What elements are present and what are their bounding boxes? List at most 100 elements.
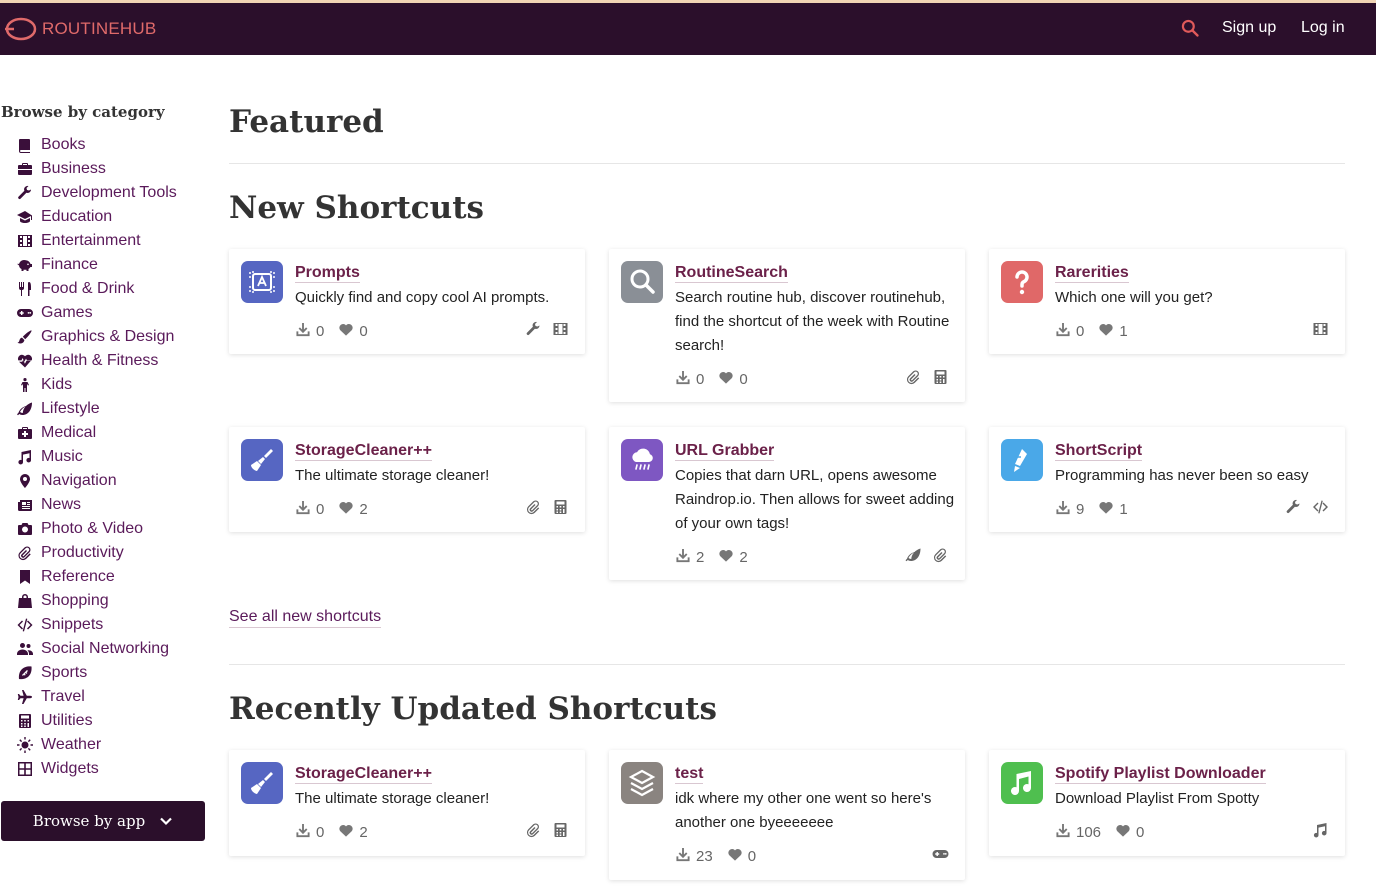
category-label: Utilities <box>41 712 93 729</box>
leaf-icon[interactable] <box>895 547 922 568</box>
category-label: Kids <box>41 376 73 393</box>
browse-by-app-button[interactable]: Browse by app <box>1 801 205 841</box>
search-icon[interactable] <box>1180 18 1202 40</box>
paintbrush-icon <box>16 329 33 345</box>
category-item[interactable]: Entertainment <box>0 229 210 253</box>
wrench-icon[interactable] <box>1275 499 1302 520</box>
category-item[interactable]: Productivity <box>0 541 210 565</box>
category-item[interactable]: Games <box>0 301 210 325</box>
paperclip-icon[interactable] <box>515 499 542 520</box>
category-item[interactable]: Sports <box>0 661 210 685</box>
category-item[interactable]: Shopping <box>0 589 210 613</box>
shortcut-stats: 00 <box>295 321 382 341</box>
category-label: Health & Fitness <box>41 352 159 369</box>
shortcut-name-link[interactable]: StorageCleaner++ <box>295 764 432 784</box>
shortcut-card[interactable]: RoutineSearch Search routine hub, discove… <box>609 249 965 402</box>
category-item[interactable]: Medical <box>0 421 210 445</box>
category-item[interactable]: Music <box>0 445 210 469</box>
category-item[interactable]: Education <box>0 205 210 229</box>
category-item[interactable]: Finance <box>0 253 210 277</box>
category-item[interactable]: Kids <box>0 373 210 397</box>
shortcut-stats: 00 <box>675 369 762 389</box>
shortcut-card[interactable]: ShortScript Programming has never been so… <box>989 427 1345 532</box>
shortcut-name-link[interactable]: Prompts <box>295 263 360 283</box>
category-item[interactable]: Health & Fitness <box>0 349 210 373</box>
paperclip-icon[interactable] <box>895 369 922 390</box>
download-icon <box>295 500 316 519</box>
calculator-icon[interactable] <box>922 369 949 390</box>
rain-cloud-icon <box>621 439 663 481</box>
shortcut-card[interactable]: test idk where my other one went so here'… <box>609 750 965 880</box>
football-icon <box>16 665 33 681</box>
login-link[interactable]: Log in <box>1301 19 1345 37</box>
shortcut-name-link[interactable]: Spotify Playlist Downloader <box>1055 764 1266 784</box>
paperclip-icon[interactable] <box>515 822 542 843</box>
category-item[interactable]: Lifestyle <box>0 397 210 421</box>
film-icon[interactable] <box>1302 321 1329 342</box>
category-item[interactable]: Navigation <box>0 469 210 493</box>
film-icon[interactable] <box>542 321 569 342</box>
calculator-icon[interactable] <box>542 499 569 520</box>
shortcut-card[interactable]: URL Grabber Copies that darn URL, opens a… <box>609 427 965 580</box>
shortcut-card[interactable]: Rarerities Which one will you get? 0 1 <box>989 249 1345 354</box>
shortcut-description: The ultimate storage cleaner! <box>295 467 490 484</box>
shortcut-stats: 22 <box>675 547 762 567</box>
see-all-new-link[interactable]: See all new shortcuts <box>229 607 382 628</box>
category-label: Food & Drink <box>41 280 135 297</box>
shortcut-name-link[interactable]: RoutineSearch <box>675 263 788 283</box>
wrench-icon[interactable] <box>515 321 542 342</box>
category-item[interactable]: Weather <box>0 733 210 757</box>
category-label: Entertainment <box>41 232 141 249</box>
category-item[interactable]: Social Networking <box>0 637 210 661</box>
shortcut-description: Quickly find and copy cool AI prompts. <box>295 289 550 306</box>
category-item[interactable]: Reference <box>0 565 210 589</box>
medkit-icon <box>16 425 33 441</box>
heart-count: 1 <box>1119 500 1128 518</box>
shortcut-card[interactable]: Spotify Playlist Downloader Download Play… <box>989 750 1345 856</box>
shortcut-name-link[interactable]: Rarerities <box>1055 263 1129 283</box>
shortcut-card[interactable]: StorageCleaner++ The ultimate storage cle… <box>229 750 585 856</box>
category-item[interactable]: Snippets <box>0 613 210 637</box>
category-item[interactable]: Widgets <box>0 757 210 781</box>
logo[interactable]: ROUTINEHUB <box>4 17 156 41</box>
category-label: Education <box>41 208 113 225</box>
category-item[interactable]: Books <box>0 133 210 157</box>
shortcut-description: Which one will you get? <box>1055 289 1213 306</box>
category-item[interactable]: Business <box>0 157 210 181</box>
category-item[interactable]: Utilities <box>0 709 210 733</box>
download-count: 2 <box>696 548 705 566</box>
logo-text: ROUTINEHUB <box>42 19 157 38</box>
category-item[interactable]: News <box>0 493 210 517</box>
category-label: Social Networking <box>41 640 170 657</box>
gamepad-icon[interactable] <box>922 846 949 867</box>
signup-link[interactable]: Sign up <box>1222 19 1276 37</box>
shortcut-name-link[interactable]: URL Grabber <box>675 441 775 461</box>
category-item[interactable]: Travel <box>0 685 210 709</box>
music-icon[interactable] <box>1302 822 1329 843</box>
category-item[interactable]: Development Tools <box>0 181 210 205</box>
shortcut-name-link[interactable]: StorageCleaner++ <box>295 441 432 461</box>
shortcut-card[interactable]: StorageCleaner++ The ultimate storage cle… <box>229 427 585 532</box>
heart-count: 2 <box>739 548 748 566</box>
download-icon <box>675 548 696 567</box>
category-item[interactable]: Graphics & Design <box>0 325 210 349</box>
shortcut-name-link[interactable]: ShortScript <box>1055 441 1143 461</box>
sidebar-title: Browse by category <box>1 103 165 121</box>
shortcut-name-link[interactable]: test <box>675 764 704 784</box>
heart-count: 0 <box>739 370 748 388</box>
film-icon <box>16 233 33 249</box>
shortcut-stats: 01 <box>1055 321 1142 341</box>
shortcut-description: Search routine hub, discover routinehub,… <box>675 289 950 354</box>
category-item[interactable]: Food & Drink <box>0 277 210 301</box>
paperclip-icon[interactable] <box>922 547 949 568</box>
download-count: 0 <box>316 500 325 518</box>
featured-title: Featured <box>229 104 384 140</box>
broom-icon <box>241 762 283 804</box>
shortcut-stats: 106 0 <box>1055 822 1158 842</box>
calculator-icon[interactable] <box>542 822 569 843</box>
category-item[interactable]: Photo & Video <box>0 517 210 541</box>
code-icon[interactable] <box>1302 499 1329 520</box>
download-icon <box>1055 823 1076 842</box>
shortcut-card[interactable]: Prompts Quickly find and copy cool AI pro… <box>229 249 585 354</box>
category-label: Photo & Video <box>41 520 144 537</box>
